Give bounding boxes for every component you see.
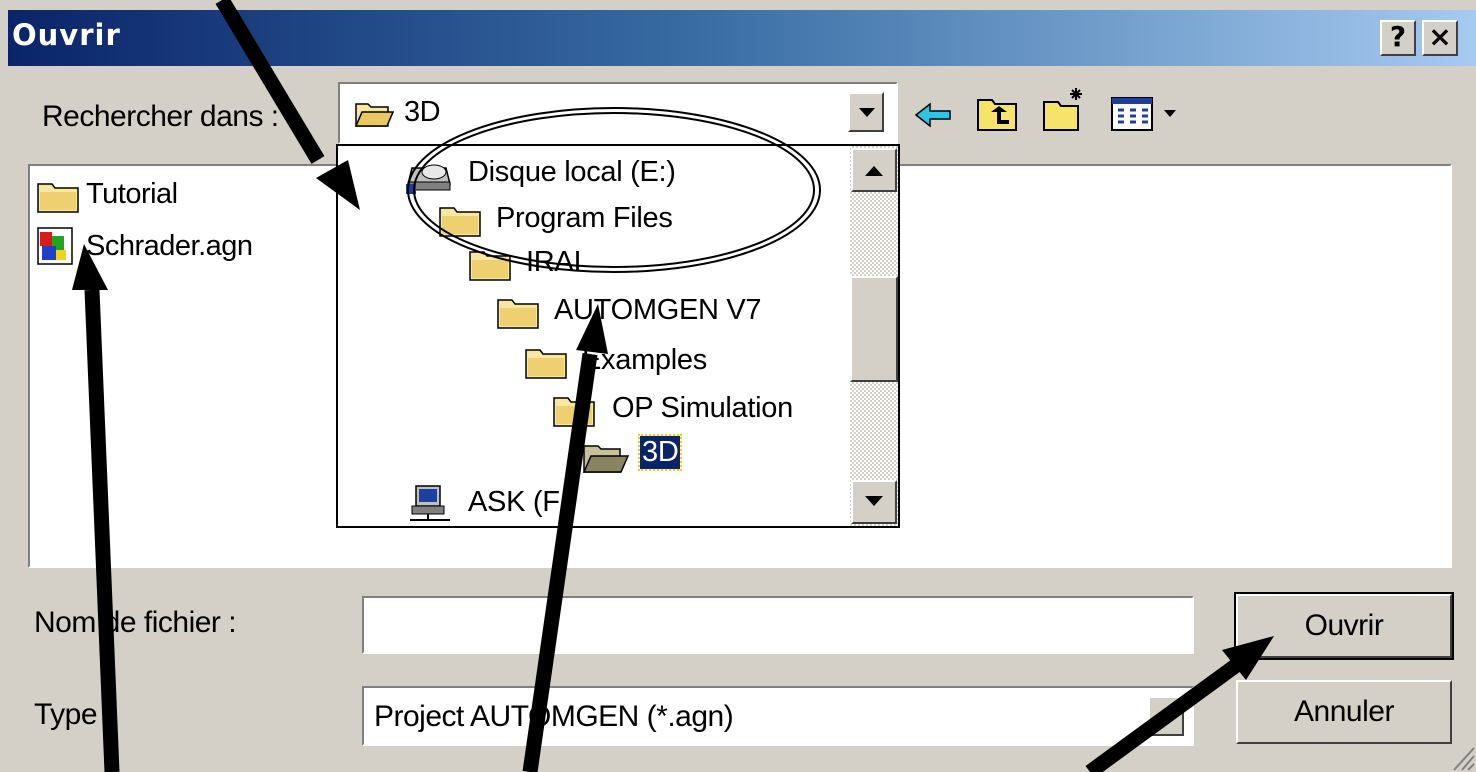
cancel-button[interactable]: Annuler xyxy=(1236,680,1452,744)
list-item-label: Tutorial xyxy=(86,178,178,210)
scroll-up-button[interactable] xyxy=(851,148,897,192)
filetype-label: Type : xyxy=(34,698,113,731)
folder-icon xyxy=(496,296,540,330)
filetype-dropdown-button[interactable] xyxy=(1148,696,1184,736)
filetype-combo[interactable]: Project AUTOMGEN (*.agn) xyxy=(362,686,1194,746)
close-button[interactable]: × xyxy=(1422,20,1458,56)
dropdown-scrollbar[interactable] xyxy=(850,146,898,526)
dropdown-item-label: AUTOMGEN V7 xyxy=(554,294,762,326)
up-folder-icon[interactable] xyxy=(976,94,1020,132)
open-folder-icon xyxy=(354,98,394,128)
dropdown-item-label: 3D xyxy=(637,434,683,471)
filename-label: Nom de fichier : xyxy=(34,606,237,639)
dropdown-item-label: Examples xyxy=(582,344,707,376)
agn-file-icon xyxy=(36,226,80,268)
open-folder-icon xyxy=(582,440,630,474)
dropdown-item-label: ASK (F:) xyxy=(468,486,577,518)
dropdown-item-label: Disque local (E:) xyxy=(468,156,676,188)
look-in-dropdown-button[interactable] xyxy=(848,92,884,132)
new-folder-icon[interactable] xyxy=(1042,86,1090,132)
look-in-dropdown-list[interactable]: Disque local (E:) Program Files IRAI AUT… xyxy=(336,144,900,528)
dialog-title: Ouvrir xyxy=(12,18,121,52)
look-in-label: Rechercher dans : xyxy=(42,100,279,133)
folder-icon xyxy=(552,394,596,428)
scroll-thumb[interactable] xyxy=(850,276,898,382)
open-dialog: Ouvrir ? × Rechercher dans : 3D Tutorial xyxy=(0,0,1476,772)
folder-icon xyxy=(438,204,482,238)
look-in-value: 3D xyxy=(404,96,441,128)
list-item-label: Schrader.agn xyxy=(86,230,253,262)
look-in-combo[interactable]: 3D xyxy=(338,82,898,144)
dropdown-item-label: IRAI xyxy=(526,246,582,278)
back-arrow-icon[interactable] xyxy=(914,100,954,130)
open-button[interactable]: Ouvrir xyxy=(1234,592,1454,660)
scroll-down-button[interactable] xyxy=(851,480,897,524)
dropdown-item-label: OP Simulation xyxy=(612,392,793,424)
filetype-value: Project AUTOMGEN (*.agn) xyxy=(374,700,734,733)
title-bar[interactable]: Ouvrir ? × xyxy=(8,10,1476,66)
drive-icon xyxy=(406,158,452,194)
help-button[interactable]: ? xyxy=(1380,20,1416,56)
resize-grip-icon[interactable] xyxy=(1450,742,1476,772)
network-drive-icon xyxy=(406,484,454,524)
dropdown-item-label: Program Files xyxy=(496,202,673,234)
folder-icon xyxy=(524,346,568,380)
folder-icon xyxy=(468,248,512,282)
filename-input[interactable] xyxy=(362,596,1194,654)
view-menu-icon[interactable] xyxy=(1110,96,1182,132)
folder-icon xyxy=(36,180,80,214)
